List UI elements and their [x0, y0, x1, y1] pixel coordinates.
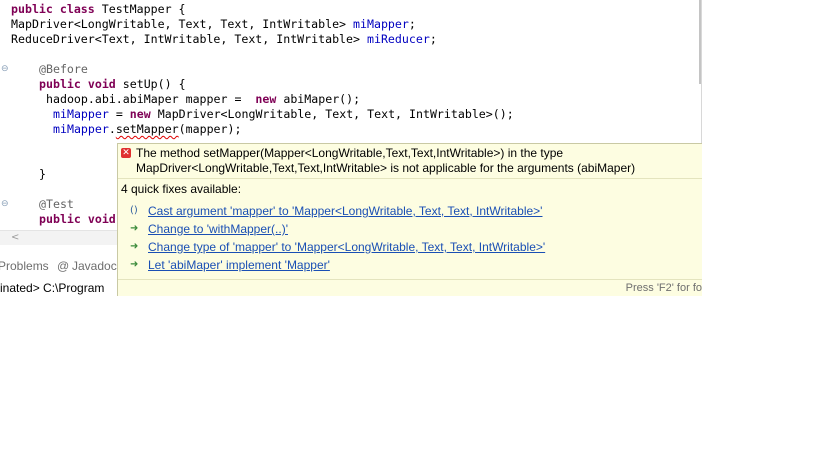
hover-footer: Press 'F2' for fo — [118, 279, 702, 296]
quick-fix-link[interactable]: Let 'abiMaper' implement 'Mapper' — [148, 258, 330, 272]
code-line-reducer-field[interactable]: ReduceDriver<Text, IntWritable, Text, In… — [11, 32, 437, 47]
cast-fix-icon: () — [130, 205, 138, 216]
tab-javadoc[interactable]: Javadoc — [72, 259, 117, 273]
keyword: new — [129, 107, 151, 121]
collapse-icon[interactable]: ⊖ — [1, 200, 9, 209]
quick-fix-count: 4 quick fixes available: — [121, 182, 242, 196]
keyword: public class — [11, 2, 95, 16]
scroll-left-icon[interactable]: < — [11, 231, 19, 244]
field-name: miMapper — [353, 17, 409, 31]
code-text: } — [39, 167, 46, 181]
bottom-panel-tabs: Problems @ Javadoc — [0, 256, 117, 276]
quick-fix-hover[interactable]: ✕ The method setMapper(Mapper<LongWritab… — [117, 143, 702, 296]
quick-fix-link[interactable]: Change to 'withMapper(..)' — [148, 222, 288, 236]
code-line-mapdriver-new[interactable]: miMapper = new MapDriver<LongWritable, T… — [53, 107, 514, 122]
type-text: MapDriver<LongWritable, Text, Text, IntW… — [11, 17, 354, 31]
quick-fix-item[interactable]: () Cast argument 'mapper' to 'Mapper<Long… — [130, 202, 542, 220]
code-text: abiMaper(); — [276, 92, 361, 106]
quick-fix-item[interactable]: ➜ Let 'abiMaper' implement 'Mapper' — [130, 256, 330, 274]
code-line-before-annotation[interactable]: @Before — [39, 62, 88, 77]
punctuation: ; — [408, 17, 416, 31]
code-text: hadoop.abi.abiMaper mapper = — [46, 92, 256, 106]
error-message-line-1: The method setMapper(Mapper<LongWritable… — [136, 146, 564, 160]
code-line-setup-decl[interactable]: public void setUp() { — [39, 77, 186, 92]
code-text: MapDriver<LongWritable, Text, Text, IntW… — [150, 107, 514, 121]
annotation: @Before — [39, 62, 88, 76]
method-signature: setUp() { — [115, 77, 186, 91]
collapse-icon[interactable]: ⊖ — [1, 65, 9, 74]
annotation: @Test — [39, 197, 74, 211]
code-line-test-decl[interactable]: public void — [39, 212, 116, 227]
code-text: = — [108, 107, 130, 121]
quick-fix-link[interactable]: Change type of 'mapper' to 'Mapper<LongW… — [148, 240, 545, 254]
code-line-setmapper-call[interactable]: miMapper.setMapper(mapper); — [53, 122, 241, 137]
code-line-class-decl[interactable]: public class TestMapper { — [11, 2, 186, 17]
quick-fix-icon: ➜ — [130, 259, 139, 270]
quick-fix-icon: ➜ — [130, 241, 139, 252]
error-icon: ✕ — [121, 148, 131, 158]
console-status-text: inated> C:\Program — [0, 281, 105, 295]
tab-problems[interactable]: Problems — [0, 259, 49, 273]
type-text: ReduceDriver<Text, IntWritable, Text, In… — [11, 32, 367, 46]
divider — [118, 178, 702, 179]
quick-fix-item[interactable]: ➜ Change type of 'mapper' to 'Mapper<Long… — [130, 238, 545, 256]
javadoc-tab-icon: @ — [57, 259, 70, 273]
code-line-test-annotation[interactable]: @Test — [39, 197, 74, 212]
code-line-close-brace[interactable]: } — [39, 167, 46, 182]
punctuation: ; — [429, 32, 437, 46]
punctuation: . — [108, 122, 116, 136]
class-name: TestMapper { — [94, 2, 186, 16]
focus-hint: Press 'F2' for fo — [625, 282, 702, 294]
horizontal-scrollbar[interactable]: < — [0, 230, 117, 245]
code-line-mapper-field[interactable]: MapDriver<LongWritable, Text, Text, IntW… — [11, 17, 416, 32]
error-method-call[interactable]: setMapper — [116, 122, 179, 136]
quick-fix-item[interactable]: ➜ Change to 'withMapper(..)' — [130, 220, 288, 238]
code-text: (mapper); — [178, 122, 242, 136]
field-name: miMapper — [53, 107, 109, 121]
field-name: miReducer — [366, 32, 430, 46]
quick-fix-icon: ➜ — [130, 223, 139, 234]
quick-fix-link[interactable]: Cast argument 'mapper' to 'Mapper<LongWr… — [148, 204, 542, 218]
code-line-mapper-new[interactable]: hadoop.abi.abiMaper mapper = new abiMape… — [46, 92, 360, 107]
keyword: new — [255, 92, 277, 106]
keyword: public void — [39, 77, 116, 91]
keyword: public void — [39, 212, 116, 226]
field-name: miMapper — [53, 122, 109, 136]
error-message-line-2: MapDriver<LongWritable,Text,Text,IntWrit… — [136, 161, 636, 175]
